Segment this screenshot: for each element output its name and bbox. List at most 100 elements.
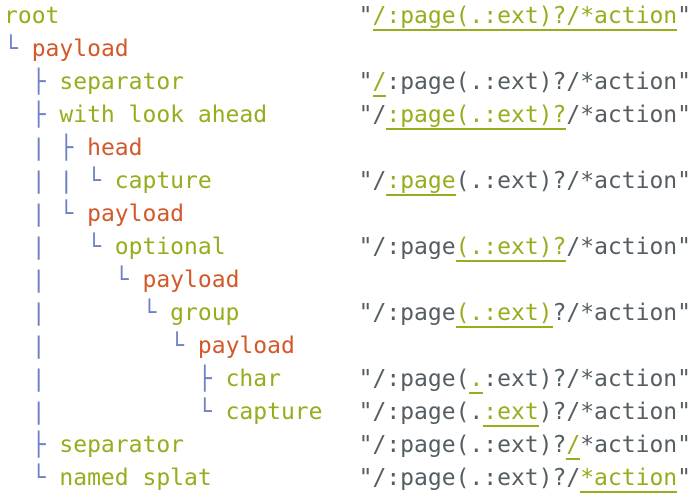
matched-segment: (.:ext)? [455,234,567,262]
route-pattern: "/:page(.:ext)?/*action" [359,363,691,396]
tree-guide: | ├ [4,135,88,161]
pattern-text: " [677,465,691,491]
tree-guide: | └ [4,300,171,326]
route-pattern: "/:page(.:ext)?/*action" [359,99,691,132]
tree-node: | └ optional [4,231,226,264]
matched-segment: :page [386,168,456,196]
pattern-text: /*action" [566,234,691,260]
pattern-text: "/ [358,102,387,128]
tree-row: ├ separator "/:page(.:ext)?/*action" [0,66,697,99]
tree-node: └ payload [4,33,129,66]
tree-node: ├ separator [4,429,184,462]
route-pattern: "/:page(.:ext)?/*action" [359,66,691,99]
route-pattern: "/:page(.:ext)?/*action" [359,231,691,264]
tree-row: | └ payload [0,330,697,363]
tree-node: | └ group [4,297,240,330]
tree-node: | ├ head [4,132,143,165]
node-label: root [4,3,60,29]
tree-row: ├ with look ahead "/:page(.:ext)?/*action… [0,99,697,132]
tree-node: | └ capture [4,396,323,429]
pattern-text: " [358,69,373,95]
node-label: with look ahead [59,102,268,128]
tree-row: └ payload [0,33,697,66]
pattern-text: )?/*action" [538,399,691,425]
pattern-text: "/:page [358,234,456,260]
payload-label: payload [87,201,185,227]
tree-node: └ named splat [4,462,212,495]
pattern-text: "/:page( [358,366,470,392]
pattern-text: "/:page(.:ext)? [358,432,567,458]
pattern-text: (.:ext)?/*action" [455,168,691,194]
payload-label: payload [31,36,129,62]
route-pattern: "/:page(.:ext)?/*action" [359,165,691,198]
tree-guide: ├ [4,432,60,458]
pattern-text: "/:page [358,300,456,326]
matched-segment: / [566,432,581,460]
pattern-text: "/:page(. [358,399,484,425]
pattern-text: ?/*action" [552,300,691,326]
route-pattern: "/:page(.:ext)?/*action" [359,429,691,462]
payload-label: payload [197,333,295,359]
matched-segment: /:page(.:ext)?/*action [372,3,678,31]
tree-guide: | ├ [4,366,226,392]
tree-row: ├ separator "/:page(.:ext)?/*action" [0,429,697,462]
parse-tree: root "/:page(.:ext)?/*action" └ payload ├ … [0,0,697,495]
tree-guide: └ [4,465,60,491]
tree-row: | ├ char "/:page(.:ext)?/*action" [0,363,697,396]
matched-segment: / [372,69,387,97]
matched-segment: :page(.:ext)? [386,102,567,130]
tree-row: | ├ head [0,132,697,165]
tree-row: └ named splat "/:page(.:ext)?/*action" [0,462,697,495]
pattern-text: :ext)?/*action" [483,366,691,392]
node-label: char [225,366,281,392]
pattern-text: *action" [580,432,691,458]
node-label: separator [59,432,185,458]
node-label: capture [114,168,212,194]
route-pattern: "/:page(.:ext)?/*action" [359,462,691,495]
matched-segment: . [469,366,484,394]
payload-label: payload [142,267,240,293]
tree-row: root "/:page(.:ext)?/*action" [0,0,697,33]
pattern-text: "/:page(.:ext)?/ [358,465,581,491]
tree-row: | └ optional "/:page(.:ext)?/*action" [0,231,697,264]
payload-label: head [87,135,143,161]
node-label: optional [114,234,226,260]
tree-guide: | └ [4,333,198,359]
tree-node: | | └ capture [4,165,212,198]
matched-segment: :ext [483,399,539,427]
pattern-text: "/ [358,168,387,194]
node-label: named splat [59,465,212,491]
route-pattern: "/:page(.:ext)?/*action" [359,0,691,33]
tree-node: ├ separator [4,66,184,99]
pattern-text: :page(.:ext)?/*action" [386,69,691,95]
tree-row: | └ payload [0,264,697,297]
tree-node: root [4,0,59,33]
tree-guide: ├ [4,69,60,95]
tree-row: | | └ capture "/:page(.:ext)?/*action" [0,165,697,198]
node-label: group [170,300,240,326]
tree-node: | └ payload [4,198,184,231]
tree-row: | └ capture "/:page(.:ext)?/*action" [0,396,697,429]
tree-guide: | └ [4,234,115,260]
node-label: separator [59,69,185,95]
pattern-text: /*action" [566,102,691,128]
tree-node: ├ with look ahead [4,99,267,132]
pattern-text: " [677,3,691,29]
tree-guide: | └ [4,399,226,425]
tree-node: | └ payload [4,264,240,297]
tree-guide: | | └ [4,168,115,194]
tree-guide: | └ [4,267,143,293]
tree-guide: ├ [4,102,60,128]
tree-guide: └ [4,36,32,62]
route-pattern: "/:page(.:ext)?/*action" [359,297,691,330]
tree-node: | └ payload [4,330,295,363]
tree-guide: | └ [4,201,88,227]
pattern-text: " [358,3,373,29]
matched-segment: *action [580,465,678,493]
route-pattern: "/:page(.:ext)?/*action" [359,396,691,429]
tree-row: | └ group "/:page(.:ext)?/*action" [0,297,697,330]
matched-segment: (.:ext) [455,300,553,328]
tree-row: | └ payload [0,198,697,231]
node-label: capture [225,399,323,425]
tree-node: | ├ char [4,363,281,396]
